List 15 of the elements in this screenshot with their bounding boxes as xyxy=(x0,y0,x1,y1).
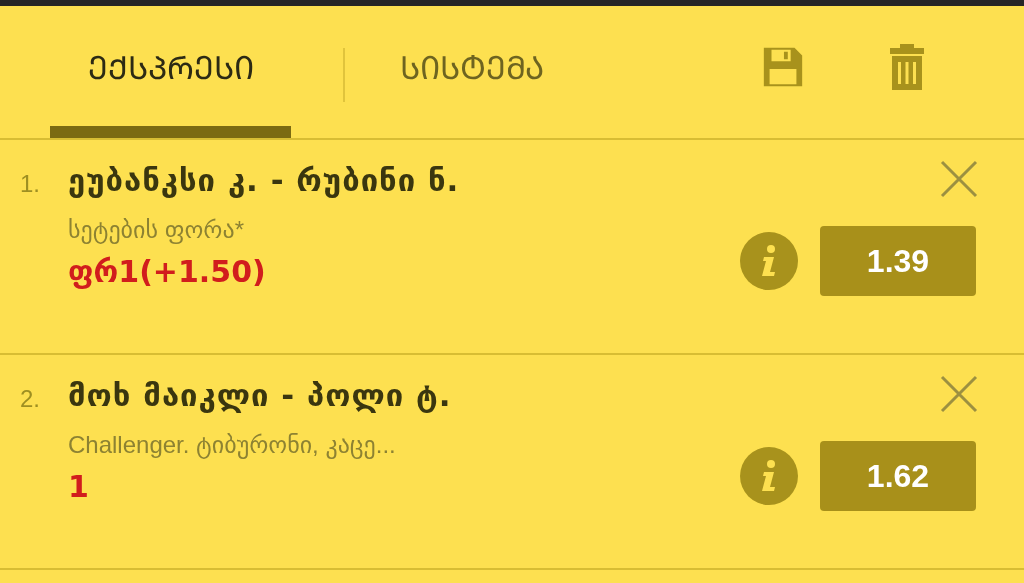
trash-icon[interactable] xyxy=(890,44,924,90)
tab[interactable]: ᲔᲥᲡᲞᲠᲔᲡᲘ xyxy=(50,6,291,138)
bet-number: 2. xyxy=(19,384,41,414)
bet-number: 1. xyxy=(19,169,41,199)
selection: ფრ1(+1.50) xyxy=(68,254,267,289)
close-icon[interactable] xyxy=(940,160,978,198)
odds-button[interactable]: 1.39 xyxy=(820,226,976,296)
market-name: სეტების ფორა* xyxy=(68,216,245,244)
selection: 1 xyxy=(68,469,90,504)
close-icon[interactable] xyxy=(940,375,978,413)
event-name: ეუბანკსი კ. - რუბინი ნ. xyxy=(68,162,461,198)
market-name: Challenger. ტიბურონი, კაცე... xyxy=(68,431,397,459)
tab[interactable]: ᲡᲘᲡᲢᲔᲛᲐ xyxy=(400,6,544,138)
event-name: მოხ მაიკლი - პოლი ტ. xyxy=(68,377,453,413)
odds-button[interactable]: 1.62 xyxy=(820,441,976,511)
